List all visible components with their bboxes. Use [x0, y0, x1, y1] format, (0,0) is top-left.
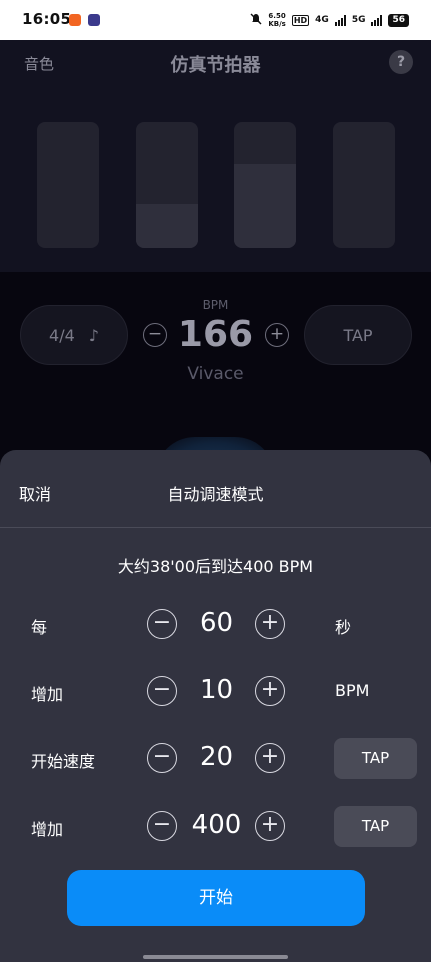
home-indicator[interactable] — [143, 955, 288, 959]
row-interval-label: 每 — [31, 618, 48, 637]
target-tap-button[interactable]: TAP — [334, 806, 417, 847]
status-indicators: 6.50 KB/s HD 4G 5G 56 — [250, 12, 409, 28]
sim2-label: 5G — [351, 15, 366, 25]
target-minus-button[interactable]: − — [147, 811, 177, 841]
bpm-plus-button[interactable]: + — [265, 323, 289, 347]
notification-app-icon — [69, 14, 81, 26]
beat-indicator-2[interactable] — [136, 122, 198, 248]
start-speed-plus-button[interactable]: + — [255, 743, 285, 773]
target-info-text: 大约38'00后到达400 BPM — [117, 557, 314, 576]
beat-indicator-3[interactable] — [234, 122, 296, 248]
net-speed: 6.50 KB/s — [268, 12, 285, 28]
battery-icon: 56 — [388, 13, 409, 27]
interval-unit: 秒 — [335, 618, 352, 637]
target-plus-button[interactable]: + — [255, 811, 285, 841]
interval-value: 60 — [199, 608, 234, 638]
row-target-label: 增加 — [31, 820, 64, 839]
start-speed-minus-button[interactable]: − — [147, 743, 177, 773]
beat-indicator-4[interactable] — [333, 122, 395, 248]
beat-indicator-1[interactable] — [37, 122, 99, 248]
divider — [0, 527, 431, 528]
help-icon[interactable]: ? — [389, 50, 413, 74]
step-minus-button[interactable]: − — [147, 676, 177, 706]
sim1-label: 4G — [315, 15, 329, 25]
start-speed-tap-button[interactable]: TAP — [334, 738, 417, 779]
net-speed-unit: KB/s — [268, 20, 286, 28]
app-title: 仿真节拍器 — [170, 55, 261, 76]
tempo-name: Vivace — [187, 364, 244, 384]
start-speed-value: 20 — [199, 742, 234, 772]
step-value: 10 — [199, 675, 234, 705]
sheet-title: 自动调速模式 — [167, 485, 264, 504]
interval-minus-button[interactable]: − — [147, 609, 177, 639]
step-unit: BPM — [335, 681, 370, 700]
status-bar: 16:05 6.50 KB/s HD 4G 5G 56 — [0, 0, 431, 40]
tap-tempo-button[interactable]: TAP — [304, 305, 412, 365]
hd-badge: HD — [291, 14, 310, 26]
beat-fill — [136, 203, 198, 248]
step-plus-button[interactable]: + — [255, 676, 285, 706]
notification-app-icon-2 — [88, 14, 100, 26]
target-value: 400 — [191, 810, 242, 840]
status-time: 16:05 — [22, 10, 72, 28]
net-speed-value: 6.50 — [268, 12, 286, 20]
silent-bell-icon — [250, 13, 262, 28]
row-start-speed-label: 开始速度 — [31, 752, 96, 771]
row-step-label: 增加 — [31, 685, 64, 704]
interval-plus-button[interactable]: + — [255, 609, 285, 639]
beat-fill — [234, 163, 296, 248]
start-button[interactable]: 开始 — [67, 870, 365, 926]
signal-bars-icon — [334, 14, 346, 26]
signal-bars-icon-2 — [371, 14, 383, 26]
